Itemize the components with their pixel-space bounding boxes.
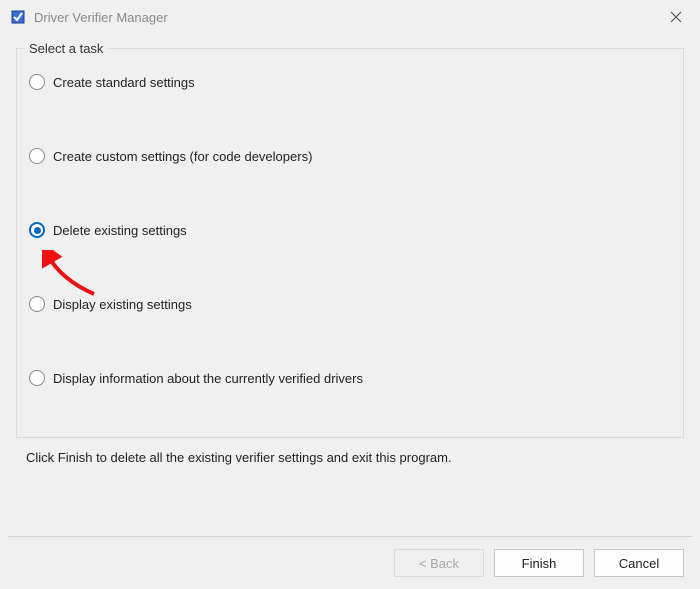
radio-icon (29, 296, 45, 312)
hint-text: Click Finish to delete all the existing … (26, 450, 684, 465)
footer-separator (8, 536, 692, 537)
radio-icon (29, 74, 45, 90)
group-label: Select a task (25, 41, 107, 56)
cancel-button[interactable]: Cancel (594, 549, 684, 577)
radio-label: Create custom settings (for code develop… (53, 149, 312, 164)
radio-create-custom[interactable]: Create custom settings (for code develop… (29, 148, 671, 164)
task-options: Create standard settings Create custom s… (17, 64, 683, 386)
radio-icon-selected (29, 222, 45, 238)
radio-label: Delete existing settings (53, 223, 187, 238)
radio-icon (29, 370, 45, 386)
radio-display-existing[interactable]: Display existing settings (29, 296, 671, 312)
window-title: Driver Verifier Manager (34, 10, 662, 25)
close-button[interactable] (662, 3, 690, 31)
radio-icon (29, 148, 45, 164)
radio-label: Create standard settings (53, 75, 195, 90)
back-button[interactable]: < Back (394, 549, 484, 577)
task-groupbox: Select a task Create standard settings C… (16, 48, 684, 438)
titlebar: Driver Verifier Manager (0, 0, 700, 34)
radio-label: Display information about the currently … (53, 371, 363, 386)
radio-delete-existing[interactable]: Delete existing settings (29, 222, 671, 238)
radio-label: Display existing settings (53, 297, 192, 312)
wizard-buttons: < Back Finish Cancel (394, 549, 684, 577)
app-icon (10, 9, 26, 25)
radio-create-standard[interactable]: Create standard settings (29, 74, 671, 90)
finish-button[interactable]: Finish (494, 549, 584, 577)
radio-display-info[interactable]: Display information about the currently … (29, 370, 671, 386)
